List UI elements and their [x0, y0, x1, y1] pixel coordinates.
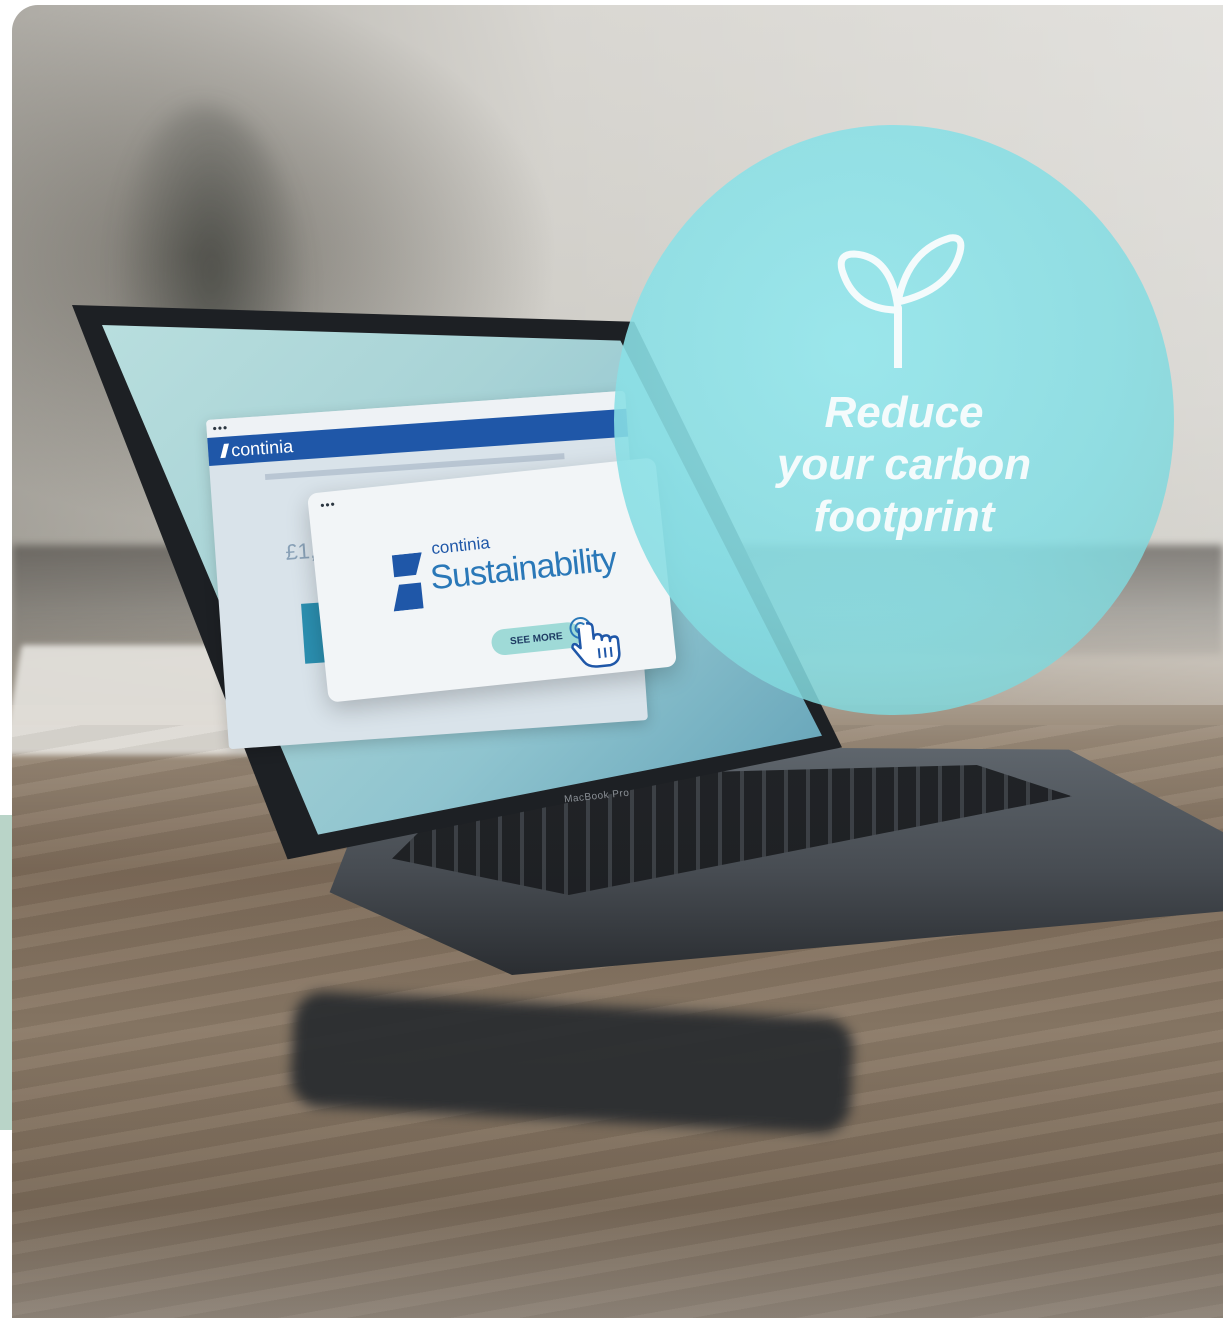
window-menu-dots-icon[interactable]: ••• [212, 421, 229, 436]
headline-line-2: your carbon [776, 440, 1032, 489]
desk-glare [12, 1205, 1223, 1318]
headline-line-1: Reduce [824, 388, 984, 437]
hero-photo: MacBook Pro ••• continia £1,23 ••• conti… [12, 5, 1223, 1318]
sprout-icon [837, 234, 965, 368]
badge-headline: Reduce your carbon footprint [744, 387, 1064, 543]
continia-logo-icon [391, 552, 424, 612]
hand-pointer-icon [569, 617, 621, 668]
popup-menu-dots-icon[interactable]: ••• [320, 497, 337, 513]
carbon-badge: Reduce your carbon footprint [614, 125, 1174, 715]
sustainability-popup: ••• continia Sustainability SEE MORE [306, 457, 678, 703]
app-logo: continia [220, 436, 294, 462]
app-logo-text: continia [230, 436, 294, 461]
side-accent-bar [0, 815, 12, 1130]
headline-line-3: footprint [813, 492, 995, 541]
continia-logo-icon [220, 443, 229, 459]
